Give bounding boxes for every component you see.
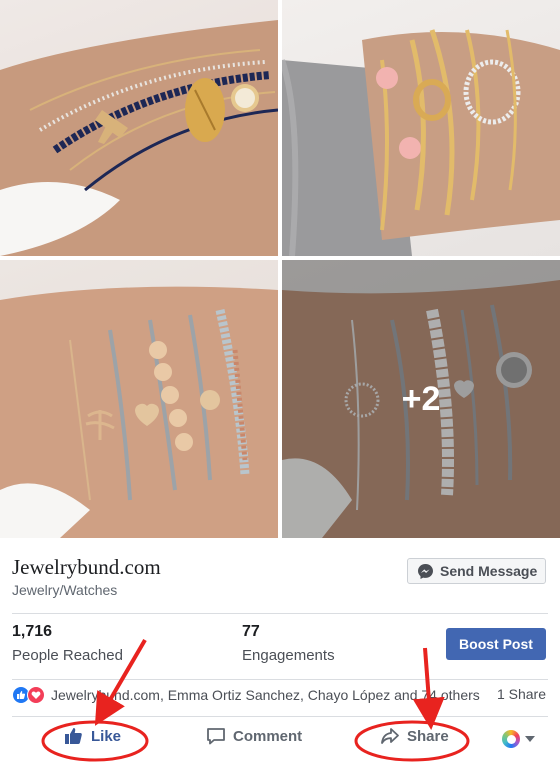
comment-button[interactable]: Comment [206, 726, 302, 746]
reactions-summary[interactable]: Jewelrybund.com, Emma Ortiz Sanchez, Cha… [12, 683, 548, 707]
messenger-icon [417, 563, 434, 580]
photo-grid: +2 [0, 0, 560, 538]
share-arrow-icon [381, 728, 399, 744]
more-photos-count: +2 [401, 379, 441, 418]
share-button[interactable]: Share [380, 726, 449, 746]
page-name[interactable]: Jewelrybund.com [12, 555, 161, 580]
boost-post-button[interactable]: Boost Post [446, 628, 546, 660]
engagements-label: Engagements [242, 647, 335, 664]
thumbs-up-icon [65, 728, 82, 744]
bracelet-photo-3-art [0, 286, 278, 538]
photo-bracelet-set-2[interactable] [282, 0, 560, 256]
more-photos-overlay[interactable]: +2 [282, 260, 560, 538]
share-label: Share [407, 727, 449, 745]
chevron-down-icon [525, 736, 535, 742]
like-label: Like [91, 727, 122, 745]
share-count[interactable]: 1 Share [497, 686, 546, 702]
page-info: Jewelrybund.com Jewelry/Watches Send Mes… [0, 538, 560, 614]
divider-line [12, 716, 548, 717]
bracelet-photo-1-art [0, 20, 278, 256]
photo-bracelet-set-3[interactable] [0, 260, 278, 538]
post-action-bar: Like Comment Share [12, 718, 548, 762]
people-reached-label: People Reached [12, 647, 123, 664]
page-category: Jewelry/Watches [12, 582, 118, 598]
divider-line [12, 613, 548, 614]
people-reached-value: 1,716 [12, 623, 53, 640]
comment-label: Comment [233, 727, 303, 745]
post-insights: 1,716 People Reached 77 Engagements Boos… [0, 615, 560, 679]
reaction-icons [12, 686, 45, 704]
send-message-label: Send Message [440, 563, 538, 579]
people-reached-stat[interactable]: 1,716 People Reached [12, 623, 123, 664]
bracelet-photo-2-art [282, 29, 560, 256]
reaction-names[interactable]: Jewelrybund.com, Emma Ortiz Sanchez, Cha… [51, 687, 480, 703]
engagements-value: 77 [242, 623, 260, 640]
like-button[interactable]: Like [64, 726, 121, 746]
send-message-button[interactable]: Send Message [407, 558, 546, 584]
divider-line [12, 679, 548, 680]
audience-avatar-icon [502, 730, 520, 748]
photo-bracelet-set-1[interactable] [0, 0, 278, 256]
comment-icon [207, 728, 225, 745]
engagements-stat[interactable]: 77 Engagements [242, 623, 335, 664]
reaction-audience-selector[interactable] [502, 730, 535, 748]
love-reaction-icon [27, 686, 45, 704]
photo-bracelet-set-4[interactable]: +2 [282, 260, 560, 538]
